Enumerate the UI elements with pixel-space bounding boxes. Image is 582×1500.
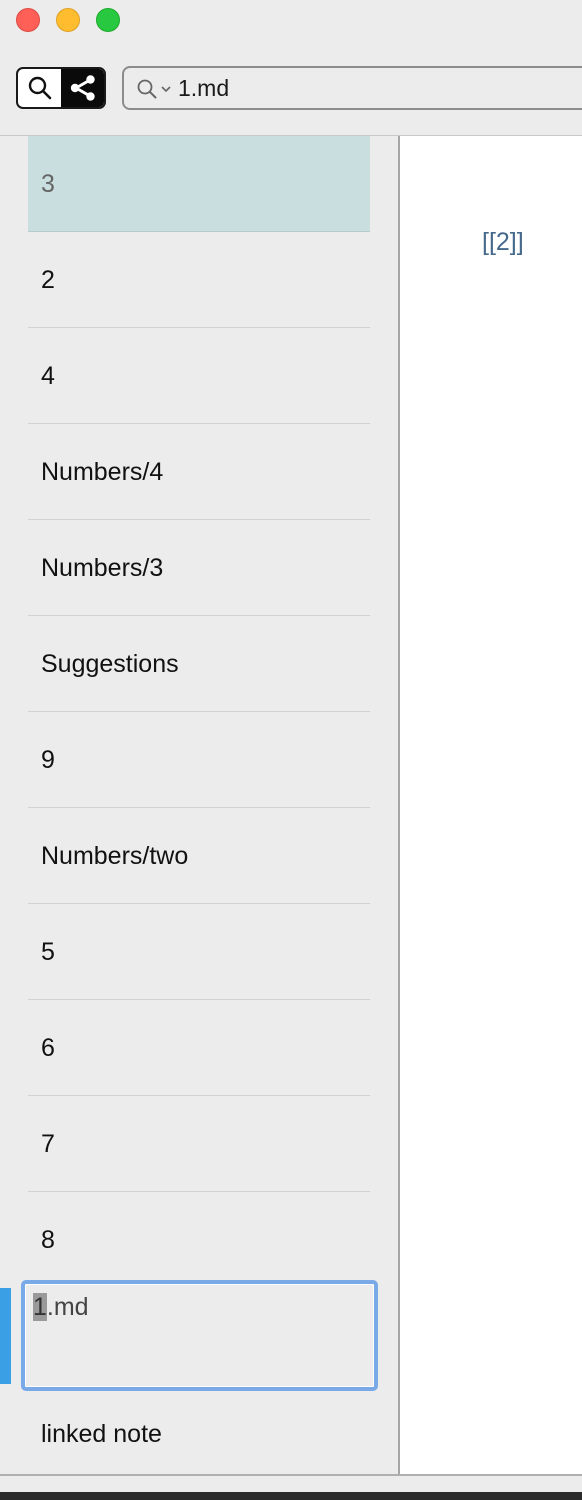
rename-text[interactable]: 1.md [33,1293,89,1322]
list-item[interactable]: 8 [28,1192,370,1288]
note-search-field[interactable] [122,66,582,110]
links-mode-button[interactable] [61,69,104,107]
list-item[interactable]: Suggestions [28,616,370,712]
list-item-linked-note[interactable]: linked note [28,1386,370,1474]
note-list: 3 2 4 Numbers/4 Numbers/3 Suggestions 9 … [0,136,398,1474]
chevron-down-icon[interactable] [160,84,172,94]
minimize-window-button[interactable] [56,8,80,32]
search-icon [28,76,51,100]
wiki-link[interactable]: [[2]] [482,228,524,257]
list-item[interactable]: Numbers/3 [28,520,370,616]
list-item[interactable]: 9 [28,712,370,808]
zoom-window-button[interactable] [96,8,120,32]
edit-row-marker [0,1288,11,1384]
magnifier-icon [137,79,157,99]
list-item[interactable]: 4 [28,328,370,424]
list-item[interactable]: Numbers/4 [28,424,370,520]
list-item[interactable]: 5 [28,904,370,1000]
note-editor[interactable]: [[2]] [400,136,582,1474]
search-mode-button[interactable] [18,69,61,107]
share-graph-icon [70,75,95,101]
list-item[interactable]: Numbers/two [28,808,370,904]
list-item[interactable]: 2 [28,232,370,328]
close-window-button[interactable] [16,8,40,32]
list-item[interactable]: 7 [28,1096,370,1192]
rename-note-field[interactable]: 1.md [21,1280,378,1391]
rename-selection: 1 [33,1293,47,1321]
toolbar [0,40,582,136]
list-item[interactable]: 3 [28,136,370,232]
search-input[interactable] [178,74,578,102]
view-mode-segmented-control [16,67,106,109]
desktop-strip [0,1492,582,1500]
rename-rest: .md [46,1293,89,1321]
title-bar [0,0,582,40]
list-item[interactable]: 6 [28,1000,370,1096]
